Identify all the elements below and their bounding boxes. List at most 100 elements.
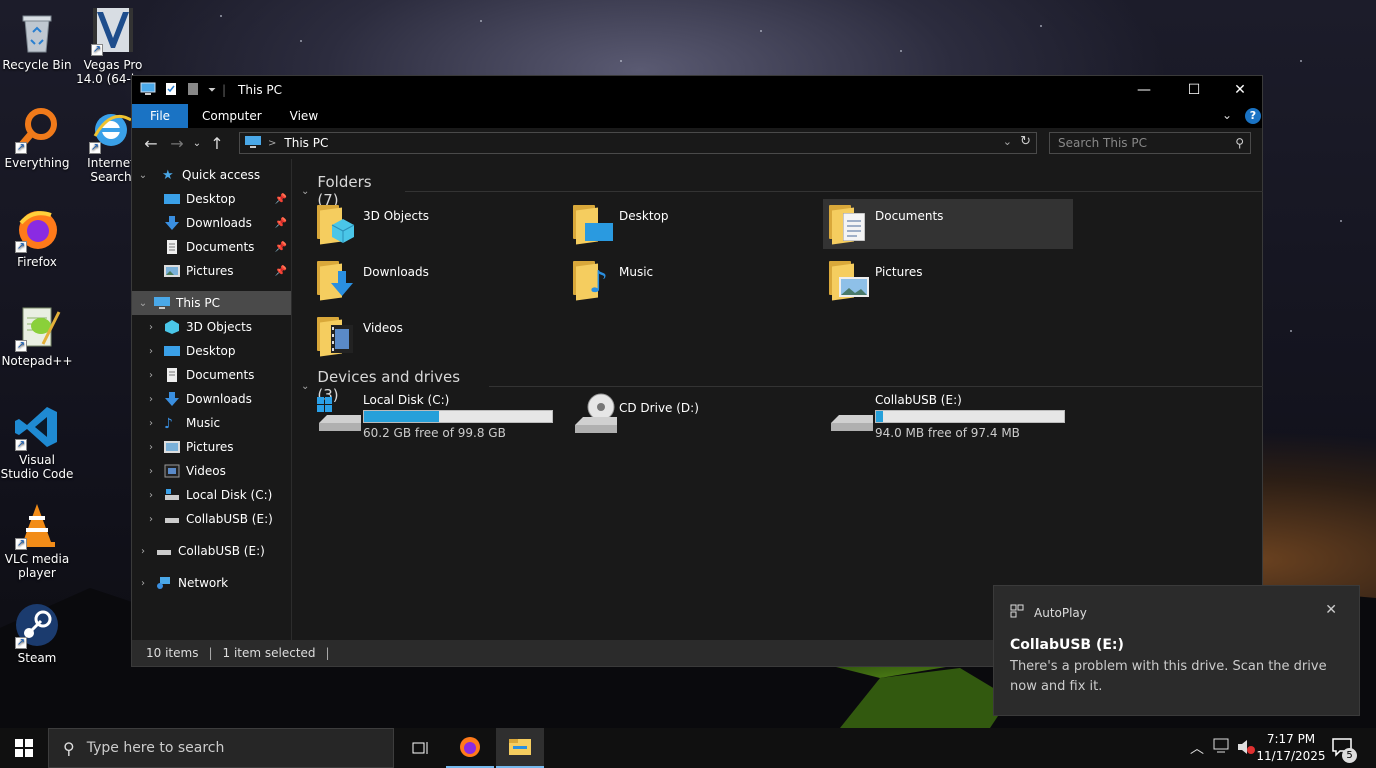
action-center-button[interactable]: 5 (1330, 734, 1360, 763)
task-view-icon (412, 742, 428, 754)
sidebar-item-documents[interactable]: Documents 📌 (132, 235, 291, 259)
chevron-down-icon[interactable]: ⌄ (136, 170, 150, 181)
chevron-right-icon[interactable]: › (144, 466, 158, 477)
drive-cd-d[interactable]: CD Drive (D:) (567, 393, 817, 445)
chevron-down-icon[interactable]: ⌄ (301, 186, 309, 197)
sidebar-item-network[interactable]: › Network (132, 571, 291, 595)
toast-close-icon[interactable]: ✕ (1325, 602, 1337, 618)
start-button[interactable] (0, 728, 48, 768)
back-arrow-icon[interactable]: ← (138, 134, 164, 153)
notepad-plus-plus-icon: ↗ (13, 304, 61, 352)
usb-drive-icon (164, 512, 180, 526)
firefox-icon (460, 737, 480, 757)
clock[interactable]: 7:17 PM 11/17/2025 (1256, 731, 1326, 765)
minimize-button[interactable]: — (1121, 76, 1167, 104)
title-bar[interactable]: ⏷ | This PC — ☐ ✕ (132, 76, 1262, 104)
desktop-icon-steam[interactable]: ↗ Steam (0, 601, 74, 665)
sidebar-item-pictures[interactable]: Pictures 📌 (132, 259, 291, 283)
maximize-button[interactable]: ☐ (1171, 76, 1217, 104)
expand-ribbon-icon[interactable]: ⌄ (1222, 108, 1232, 122)
sidebar-item-music[interactable]: › ♪ Music (132, 411, 291, 435)
close-button[interactable]: ✕ (1217, 76, 1263, 104)
pin-icon[interactable]: 📌 (275, 266, 287, 277)
3d-objects-icon (164, 320, 180, 334)
desktop-icon-recycle-bin[interactable]: Recycle Bin (0, 8, 74, 72)
chevron-right-icon[interactable]: › (144, 346, 158, 357)
new-folder-icon[interactable] (186, 82, 200, 99)
pin-icon[interactable]: 📌 (275, 242, 287, 253)
sidebar-item-local-disk[interactable]: › Local Disk (C:) (132, 483, 291, 507)
sidebar-item-downloads[interactable]: Downloads 📌 (132, 211, 291, 235)
sidebar-item-label: 3D Objects (186, 320, 253, 334)
desktop-icon-firefox[interactable]: ↗ Firefox (0, 205, 74, 269)
sidebar-item-collabusb-pc[interactable]: › CollabUSB (E:) (132, 507, 291, 531)
address-dropdown-icon[interactable]: ⌄ (1003, 135, 1012, 148)
folder-documents[interactable]: Documents (823, 199, 1073, 249)
volume-muted-icon[interactable] (1237, 739, 1255, 758)
sidebar-item-downloads-pc[interactable]: › Downloads (132, 387, 291, 411)
chevron-right-icon[interactable]: › (136, 546, 150, 557)
tab-view[interactable]: View (276, 104, 332, 128)
taskbar-search-box[interactable]: ⚲ Type here to search (48, 728, 394, 768)
sidebar-item-label: Videos (186, 464, 226, 478)
desktop-icon-everything[interactable]: ↗ Everything (0, 106, 74, 170)
properties-icon[interactable] (164, 82, 178, 99)
forward-arrow-icon[interactable]: → (164, 134, 190, 153)
taskbar-firefox[interactable] (446, 728, 494, 768)
refresh-icon[interactable]: ↻ (1020, 134, 1031, 149)
autoplay-notification[interactable]: AutoPlay ✕ CollabUSB (E:) There's a prob… (993, 585, 1360, 716)
drive-collabusb-e[interactable]: CollabUSB (E:) 94.0 MB free of 97.4 MB (823, 393, 1073, 445)
chevron-right-icon[interactable]: › (144, 322, 158, 333)
sidebar-item-desktop[interactable]: Desktop 📌 (132, 187, 291, 211)
chevron-right-icon[interactable]: › (144, 442, 158, 453)
address-bar[interactable]: > This PC ⌄ ↻ (239, 132, 1037, 154)
chevron-right-icon[interactable]: › (144, 370, 158, 381)
search-input[interactable]: Search This PC ⚲ (1049, 132, 1251, 154)
sidebar-item-desktop-pc[interactable]: › Desktop (132, 339, 291, 363)
sidebar-item-3d-objects[interactable]: › 3D Objects (132, 315, 291, 339)
folder-videos[interactable]: Videos (311, 311, 561, 361)
taskbar-file-explorer[interactable] (496, 728, 544, 768)
up-arrow-icon[interactable]: ↑ (204, 134, 230, 153)
chevron-right-icon[interactable]: › (144, 490, 158, 501)
folder-downloads[interactable]: Downloads (311, 255, 561, 305)
desktop-icon-vscode[interactable]: ↗ Visual Studio Code (0, 403, 74, 481)
windows-drive-icon (317, 393, 361, 439)
sidebar-item-pictures-pc[interactable]: › Pictures (132, 435, 291, 459)
task-view-button[interactable] (396, 728, 444, 768)
folder-music[interactable]: ♪ Music (567, 255, 817, 305)
ribbon-tabs: File Computer View ⌄ ? (132, 104, 1262, 128)
pin-icon[interactable]: 📌 (275, 194, 287, 205)
sidebar-item-quick-access[interactable]: ⌄ ★ Quick access (132, 163, 291, 187)
desktop-icon-vlc[interactable]: ↗ VLC media player (0, 502, 74, 580)
folder-3d-objects[interactable]: 3D Objects (311, 199, 561, 249)
help-icon[interactable]: ? (1245, 108, 1261, 124)
customize-quick-access-icon[interactable]: ⏷ (208, 85, 216, 96)
pictures-folder-icon (829, 255, 871, 301)
sidebar-item-collabusb[interactable]: › CollabUSB (E:) (132, 539, 291, 563)
tab-file[interactable]: File (132, 104, 188, 128)
folder-pictures[interactable]: Pictures (823, 255, 1073, 305)
chevron-right-icon[interactable]: › (144, 418, 158, 429)
show-hidden-icons-chevron-icon[interactable]: ︿ (1190, 738, 1204, 758)
desktop-icon-notepad-plus-plus[interactable]: ↗ Notepad++ (0, 304, 74, 368)
drive-local-disk-c[interactable]: Local Disk (C:) 60.2 GB free of 99.8 GB (311, 393, 561, 445)
search-placeholder: Search This PC (1058, 136, 1147, 150)
tab-computer[interactable]: Computer (188, 104, 276, 128)
breadcrumb-this-pc[interactable]: This PC (284, 136, 328, 150)
chevron-right-icon[interactable]: › (144, 394, 158, 405)
chevron-right-icon[interactable]: › (144, 514, 158, 525)
drive-free-space: 94.0 MB free of 97.4 MB (875, 426, 1020, 440)
sidebar-item-label: Desktop (186, 192, 236, 206)
folder-desktop[interactable]: Desktop (567, 199, 817, 249)
sidebar-item-this-pc[interactable]: ⌄ This PC (132, 291, 291, 315)
chevron-right-icon[interactable]: › (136, 578, 150, 589)
pin-icon[interactable]: 📌 (275, 218, 287, 229)
chevron-down-icon[interactable]: ⌄ (136, 298, 150, 309)
recent-locations-icon[interactable]: ⌄ (190, 138, 204, 149)
3d-objects-folder-icon (317, 199, 359, 245)
chevron-down-icon[interactable]: ⌄ (301, 381, 309, 392)
sidebar-item-documents-pc[interactable]: › Documents (132, 363, 291, 387)
sidebar-item-videos[interactable]: › Videos (132, 459, 291, 483)
network-tray-icon[interactable] (1213, 738, 1231, 757)
